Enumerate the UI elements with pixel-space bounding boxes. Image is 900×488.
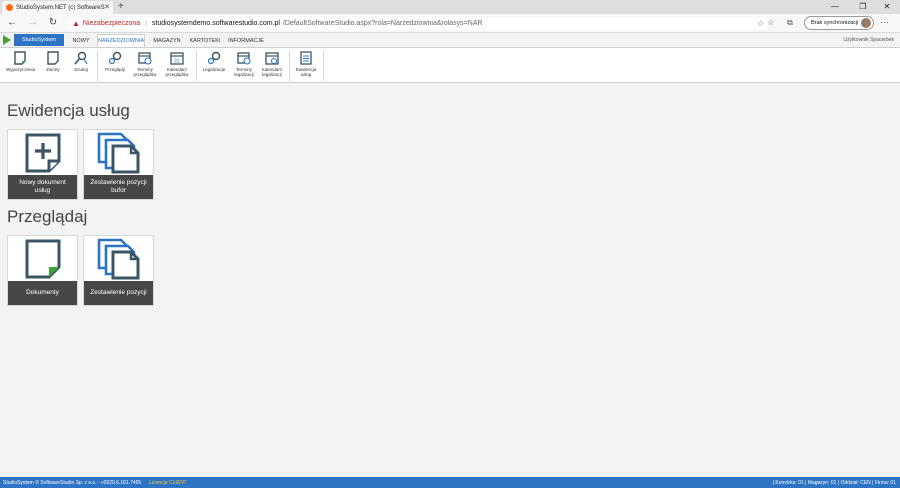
url-separator: | bbox=[145, 20, 147, 27]
ribbon-label: przeglądów bbox=[165, 72, 189, 77]
url-path: /DefaultSoftwareStudio.aspx?rola=Narzedz… bbox=[282, 20, 483, 27]
sync-button[interactable]: Brak synchronizacji bbox=[804, 16, 874, 30]
gears-icon bbox=[108, 51, 122, 65]
new-tab-button[interactable]: + bbox=[118, 1, 124, 12]
tile-label-line2: usług bbox=[34, 187, 51, 194]
calendar-clock-icon bbox=[237, 52, 251, 65]
forward-button[interactable]: → bbox=[26, 17, 40, 29]
ribbon-legalizacje-button[interactable]: Legalizacje bbox=[200, 51, 228, 72]
footer-status: | Komórka: 01 | Magazyn: 01 | Oddział: C… bbox=[772, 480, 896, 486]
sync-label: Brak synchronizacji bbox=[811, 20, 859, 26]
ribbon-label: legalizacji bbox=[262, 72, 282, 77]
status-bar: StudioSystem © SoftwareStudio Sp. z o.o.… bbox=[0, 477, 900, 488]
tile-icon-area bbox=[84, 130, 153, 175]
ribbon-label: usług bbox=[300, 72, 312, 77]
favorite-star-icon[interactable]: ☆ bbox=[757, 19, 764, 28]
tile-icon-area bbox=[8, 236, 77, 281]
ribbon-label: Zwroty bbox=[46, 67, 60, 72]
tab-magazyn[interactable]: MAGAZYN bbox=[150, 34, 184, 47]
more-menu-button[interactable]: ··· bbox=[880, 17, 889, 27]
profile-tabs-icon[interactable]: ⧉ bbox=[787, 18, 793, 28]
ribbon-kalendarz-przegladow-button[interactable]: 31 Kalendarz przeglądów bbox=[163, 51, 191, 77]
ribbon-label: Wypożyczenia bbox=[6, 67, 35, 72]
url-host: studiosystemdemo.softwarestudio.com.pl bbox=[151, 20, 280, 27]
svg-text:31: 31 bbox=[174, 59, 180, 65]
brand-button[interactable]: StudioSystem bbox=[14, 34, 64, 46]
tile-label-line1: Zestawienie pozycji bbox=[90, 179, 147, 186]
app-menubar: StudioSystem NOWY NARZEDZIOWNIA MAGAZYN … bbox=[0, 33, 900, 47]
calendar-clock-icon bbox=[138, 52, 152, 65]
tab-title: StudioSystem.NET (c) SoftwareS bbox=[16, 4, 105, 11]
search-tool-icon bbox=[74, 51, 88, 65]
tile-label: Dokumenty bbox=[8, 281, 77, 305]
ribbon-ewidencja-uslug-button[interactable]: Ewidencja usług bbox=[292, 51, 320, 77]
section-title-przegladaj: Przeglądaj bbox=[7, 207, 88, 226]
tab-close-icon[interactable]: ✕ bbox=[104, 3, 110, 11]
minimize-button[interactable]: — bbox=[824, 0, 846, 14]
avatar bbox=[861, 18, 871, 28]
calendar-icon bbox=[265, 52, 279, 65]
ribbon-label: Legalizacje bbox=[202, 67, 226, 72]
tab-kartoteki[interactable]: KARTOTEKI bbox=[188, 34, 222, 47]
browser-tab[interactable]: StudioSystem.NET (c) SoftwareS ✕ bbox=[2, 1, 113, 14]
documents-stack-icon bbox=[97, 238, 139, 279]
browser-titlebar: StudioSystem.NET (c) SoftwareS ✕ + — ❐ ✕ bbox=[0, 0, 900, 14]
tile-icon-area bbox=[84, 236, 153, 281]
play-icon[interactable] bbox=[3, 35, 11, 45]
ribbon-label: Przeglądy bbox=[104, 67, 125, 72]
ribbon-przeglady-button[interactable]: Przeglądy bbox=[101, 51, 129, 72]
new-document-icon bbox=[25, 133, 60, 172]
ribbon-terminy-przegladow-button[interactable]: Terminy przeglądów bbox=[131, 51, 159, 77]
tile-label: Zestawienie pozycji bufor bbox=[84, 175, 153, 199]
favicon-icon bbox=[6, 4, 13, 11]
tab-nowy[interactable]: NOWY bbox=[68, 34, 94, 47]
ribbon-divider bbox=[323, 51, 324, 81]
legalization-icon bbox=[207, 51, 221, 65]
tab-informacje[interactable]: INFORMACJE bbox=[226, 34, 266, 47]
warning-icon: ▲ bbox=[72, 19, 80, 28]
tile-dokumenty[interactable]: Dokumenty bbox=[7, 235, 78, 306]
document-icon bbox=[14, 51, 26, 65]
collections-icon[interactable]: ☆ bbox=[767, 18, 774, 27]
ribbon-terminy-legalizacji-button[interactable]: Terminy legalizacji bbox=[230, 51, 258, 77]
ribbon-divider bbox=[97, 51, 98, 81]
tile-label-line1: Nowy dokument bbox=[19, 179, 66, 186]
footer-copyright: StudioSystem © SoftwareStudio Sp. z o.o.… bbox=[3, 479, 142, 486]
calendar-icon: 31 bbox=[170, 52, 184, 65]
back-button[interactable]: ← bbox=[5, 17, 19, 29]
footer-license: Licencja CLIENT bbox=[149, 479, 187, 486]
tile-zestawienie-bufor[interactable]: Zestawienie pozycji bufor bbox=[83, 129, 154, 200]
insecure-label: Niezabezpieczona bbox=[82, 20, 141, 27]
document-icon bbox=[25, 239, 60, 278]
document-list-icon bbox=[300, 51, 312, 65]
ribbon-szukaj-button[interactable]: Szukaj bbox=[67, 51, 95, 72]
reload-button[interactable]: ↻ bbox=[46, 17, 60, 29]
close-window-button[interactable]: ✕ bbox=[876, 0, 898, 14]
ribbon-toolbar: Wypożyczenia Zwroty Szukaj Przeglądy Ter… bbox=[0, 47, 900, 83]
section-title-ewidencja: Ewidencja usług bbox=[7, 101, 130, 120]
tab-narzedziownia[interactable]: NARZEDZIOWNIA bbox=[97, 34, 145, 47]
ribbon-zwroty-button[interactable]: Zwroty bbox=[39, 51, 67, 72]
tile-label: Nowy dokument usług bbox=[8, 175, 77, 199]
ribbon-label: Szukaj bbox=[74, 67, 88, 72]
ribbon-label: legalizacji bbox=[234, 72, 254, 77]
tile-label: Zestawienie pozycji bbox=[84, 281, 153, 305]
document-icon bbox=[47, 51, 59, 65]
ribbon-divider bbox=[289, 51, 290, 81]
address-field[interactable]: ▲ Niezabezpieczona | studiosystemdemo.so… bbox=[66, 17, 770, 30]
ribbon-divider bbox=[196, 51, 197, 81]
tile-label-line2: bufor bbox=[111, 187, 126, 194]
tile-icon-area bbox=[8, 130, 77, 175]
ribbon-kalendarz-legalizacji-button[interactable]: Kalendarz legalizacji bbox=[258, 51, 286, 77]
maximize-button[interactable]: ❐ bbox=[852, 0, 874, 14]
ribbon-wypozyczenia-button[interactable]: Wypożyczenia bbox=[6, 51, 35, 72]
tile-zestawienie-pozycji[interactable]: Zestawienie pozycji bbox=[83, 235, 154, 306]
ribbon-label: przeglądów bbox=[133, 72, 157, 77]
tile-nowy-dokument[interactable]: Nowy dokument usług bbox=[7, 129, 78, 200]
documents-stack-icon bbox=[97, 132, 139, 173]
user-name: Użytkownik Spacerbek bbox=[843, 37, 894, 43]
browser-toolbar: ← → ↻ ▲ Niezabezpieczona | studiosystemd… bbox=[0, 14, 900, 33]
